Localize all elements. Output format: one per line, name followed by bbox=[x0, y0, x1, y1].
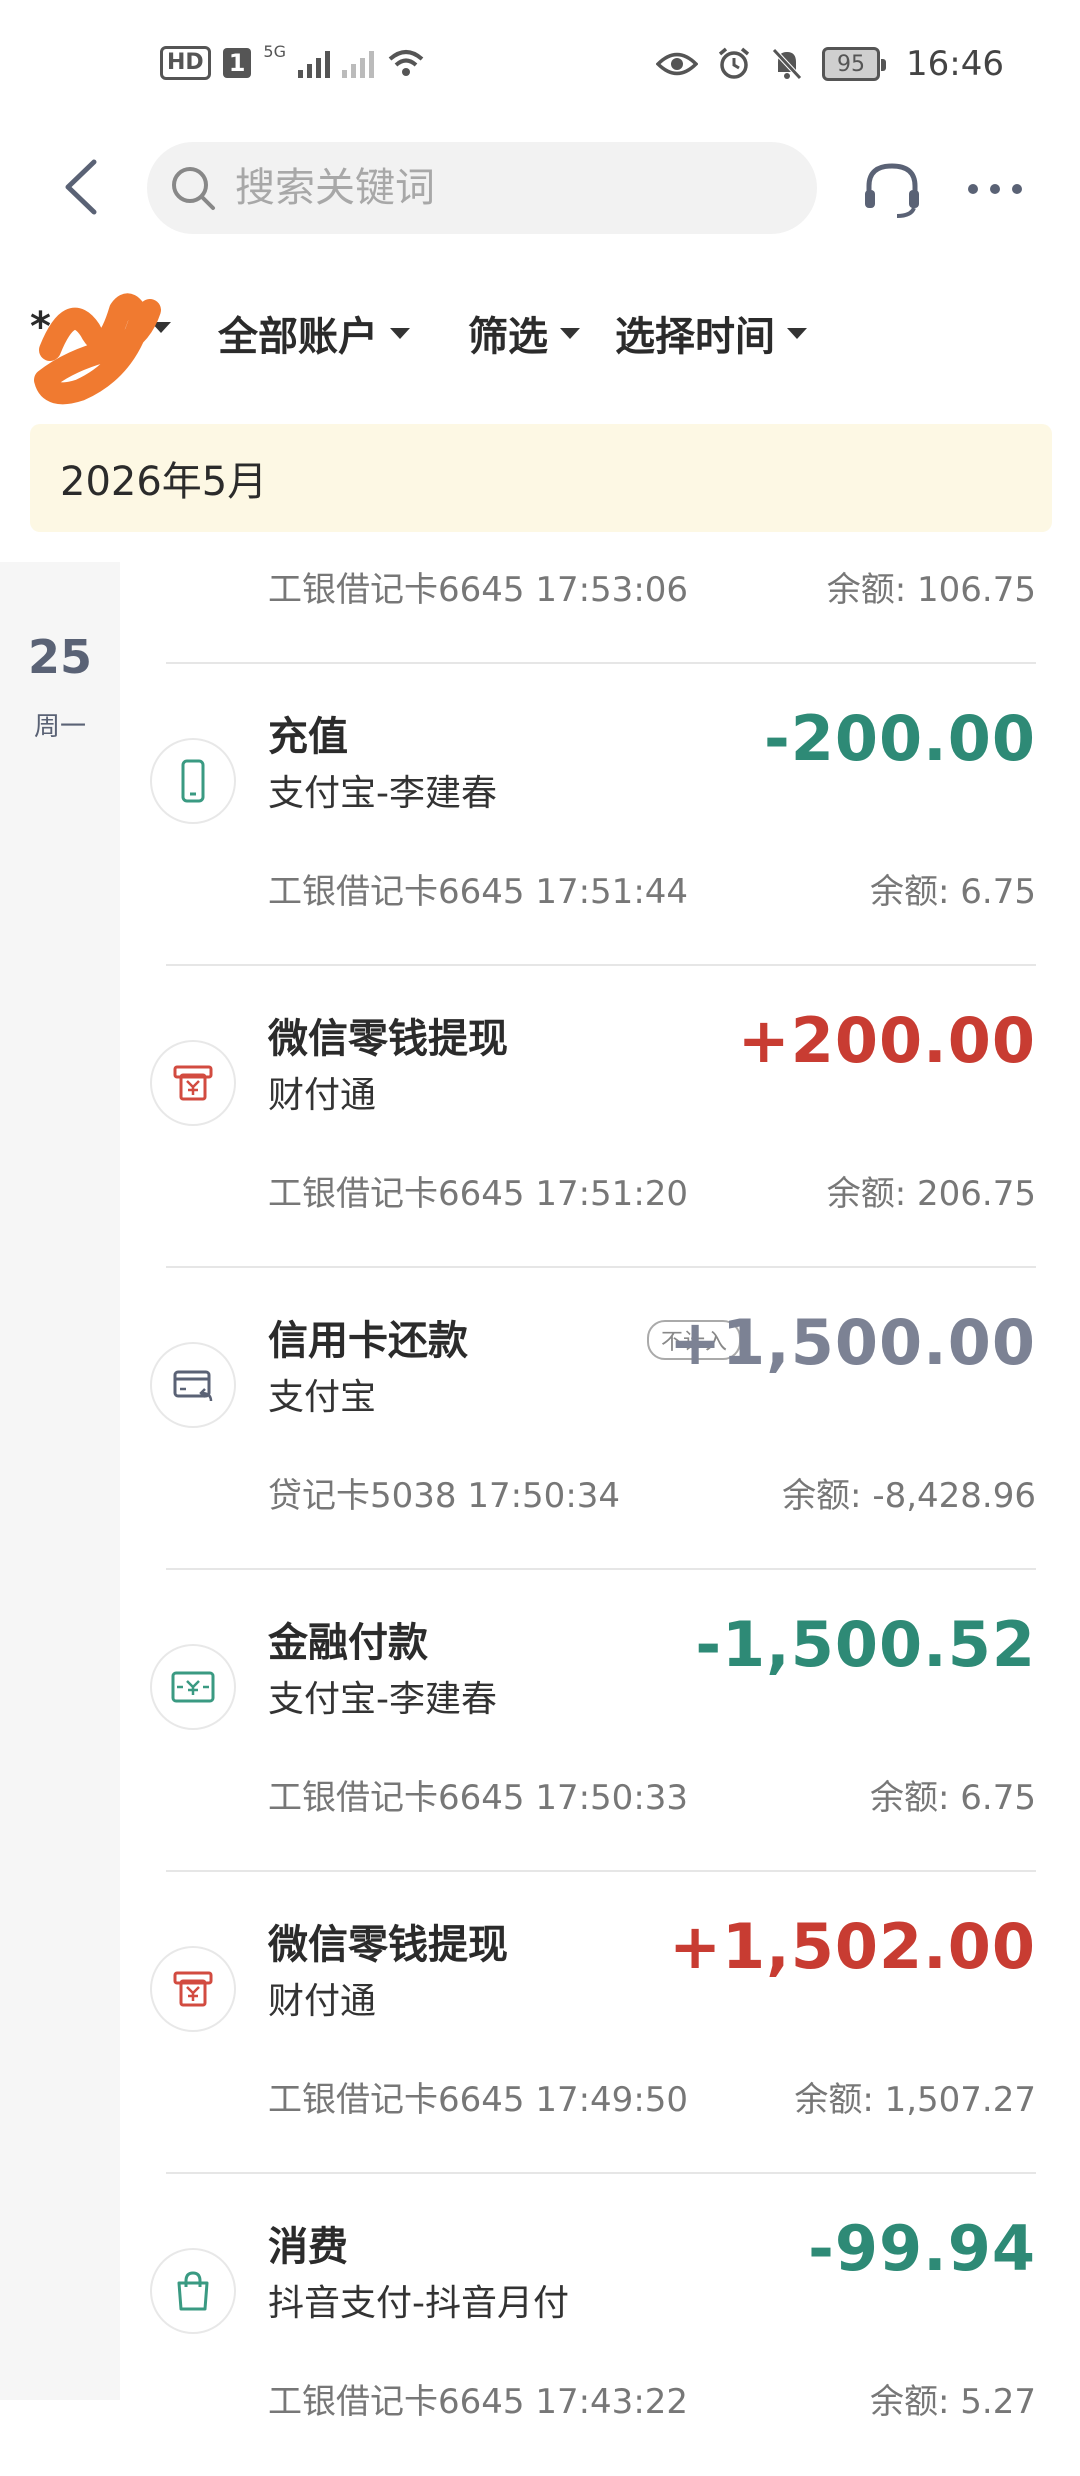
back-button[interactable] bbox=[50, 152, 120, 222]
transaction-item[interactable]: 微信零钱提现 财付通 +200.00 工银借记卡6645 17:51:20 余额… bbox=[150, 966, 1036, 1268]
withdraw-icon bbox=[150, 1946, 236, 2032]
search-icon bbox=[172, 167, 215, 210]
transaction-title: 充值 bbox=[268, 714, 348, 760]
search-bar[interactable] bbox=[147, 142, 817, 234]
money-transfer-icon bbox=[150, 1644, 236, 1730]
filter-label: 筛选 bbox=[468, 314, 548, 360]
transaction-title: 微信零钱提现 bbox=[268, 1016, 508, 1062]
transaction-counterparty: 抖音支付-抖音月付 bbox=[268, 2283, 569, 2324]
transaction-item[interactable]: 信用卡还款 支付宝 不计入 +1,500.00 贷记卡5038 17:50:34… bbox=[150, 1268, 1036, 1570]
transaction-balance: 余额: -8,428.96 bbox=[782, 1476, 1036, 1516]
transaction-item-partial[interactable]: 工银借记卡6645 17:53:06 余额: 106.75 bbox=[150, 362, 1036, 664]
more-button[interactable] bbox=[960, 154, 1030, 224]
transaction-title: 消费 bbox=[268, 2224, 348, 2270]
shopping-bag-icon bbox=[150, 2248, 236, 2334]
transaction-balance: 余额: 106.75 bbox=[826, 570, 1036, 610]
transaction-meta: 工银借记卡6645 17:43:22 bbox=[268, 2382, 689, 2422]
transaction-meta: 工银借记卡6645 17:51:44 bbox=[268, 872, 689, 912]
transaction-counterparty: 支付宝 bbox=[268, 1377, 377, 1418]
transaction-title: 金融付款 bbox=[268, 1620, 428, 1666]
transaction-balance: 余额: 1,507.27 bbox=[794, 2080, 1036, 2120]
headset-icon bbox=[865, 163, 919, 218]
all-accounts-filter[interactable]: 全部账户 bbox=[218, 304, 410, 362]
battery-icon: 95 bbox=[822, 47, 887, 81]
transaction-amount: +1,502.00 bbox=[669, 1910, 1036, 1983]
transaction-balance: 余额: 6.75 bbox=[870, 1778, 1036, 1818]
transaction-balance: 余额: 5.27 bbox=[870, 2382, 1036, 2422]
select-time-label: 选择时间 bbox=[615, 314, 775, 360]
search-input[interactable] bbox=[235, 165, 775, 211]
sim-indicator: 1 bbox=[222, 48, 252, 78]
transaction-meta: 工银借记卡6645 17:50:33 bbox=[268, 1778, 689, 1818]
transaction-meta: 贷记卡5038 17:50:34 bbox=[268, 1476, 621, 1516]
wifi-icon bbox=[388, 50, 424, 76]
all-accounts-label: 全部账户 bbox=[218, 314, 378, 360]
transaction-item[interactable]: 充值 支付宝-李建春 -200.00 工银借记卡6645 17:51:44 余额… bbox=[150, 664, 1036, 966]
transaction-title: 信用卡还款 bbox=[268, 1318, 468, 1364]
transaction-meta: 工银借记卡6645 17:51:20 bbox=[268, 1174, 689, 1214]
transaction-counterparty: 支付宝-李建春 bbox=[268, 1679, 497, 1720]
customer-service-button[interactable] bbox=[857, 154, 927, 224]
status-right: 95 16:46 bbox=[656, 44, 1004, 84]
more-dots-icon bbox=[968, 184, 1022, 194]
transaction-balance: 余额: 6.75 bbox=[870, 872, 1036, 912]
transaction-meta: 工银借记卡6645 17:53:06 bbox=[268, 570, 689, 610]
status-left: HD 1 5G bbox=[160, 42, 426, 80]
transaction-balance: 余额: 206.75 bbox=[826, 1174, 1036, 1214]
day-number: 25 bbox=[27, 630, 92, 684]
credit-card-icon bbox=[150, 1342, 236, 1428]
signal-icon bbox=[297, 48, 330, 78]
transaction-amount: +200.00 bbox=[737, 1004, 1036, 1077]
hd-badge: HD bbox=[160, 46, 211, 80]
caret-down-icon bbox=[787, 327, 807, 339]
transaction-counterparty: 支付宝-李建春 bbox=[268, 773, 497, 814]
caret-down-icon bbox=[560, 327, 580, 339]
transaction-counterparty: 财付通 bbox=[268, 1981, 377, 2022]
mute-icon bbox=[772, 48, 802, 80]
clock: 16:46 bbox=[906, 44, 1004, 84]
alarm-icon bbox=[718, 47, 750, 79]
transaction-item[interactable]: 金融付款 支付宝-李建春 -1,500.52 工银借记卡6645 17:50:3… bbox=[150, 1570, 1036, 1872]
eye-icon bbox=[656, 52, 699, 76]
network-type-label: 5G bbox=[263, 41, 286, 61]
transaction-title: 微信零钱提现 bbox=[268, 1922, 508, 1968]
withdraw-icon bbox=[150, 1040, 236, 1126]
transaction-amount: -1,500.52 bbox=[695, 1608, 1036, 1681]
transaction-amount: -99.94 bbox=[808, 2212, 1036, 2285]
caret-down-icon bbox=[390, 327, 410, 339]
select-time-filter[interactable]: 选择时间 bbox=[615, 304, 807, 362]
signal-2-icon bbox=[341, 48, 374, 78]
transaction-amount: -200.00 bbox=[764, 702, 1036, 775]
filter-dropdown[interactable]: 筛选 bbox=[468, 304, 580, 362]
transaction-meta: 工银借记卡6645 17:49:50 bbox=[268, 2080, 689, 2120]
transaction-counterparty: 财付通 bbox=[268, 1075, 377, 1116]
transaction-amount: +1,500.00 bbox=[669, 1306, 1036, 1379]
date-column bbox=[0, 562, 120, 2400]
day-weekday: 周一 bbox=[33, 712, 86, 742]
transaction-item[interactable]: 消费 抖音支付-抖音月付 -99.94 工银借记卡6645 17:43:22 余… bbox=[150, 2174, 1036, 2476]
chevron-left-icon bbox=[65, 159, 97, 215]
top-bar bbox=[0, 130, 1080, 250]
status-bar: HD 1 5G 95 16:46 bbox=[0, 0, 1080, 130]
phone-icon bbox=[150, 738, 236, 824]
transaction-item[interactable]: 微信零钱提现 财付通 +1,502.00 工银借记卡6645 17:49:50 … bbox=[150, 1872, 1036, 2174]
